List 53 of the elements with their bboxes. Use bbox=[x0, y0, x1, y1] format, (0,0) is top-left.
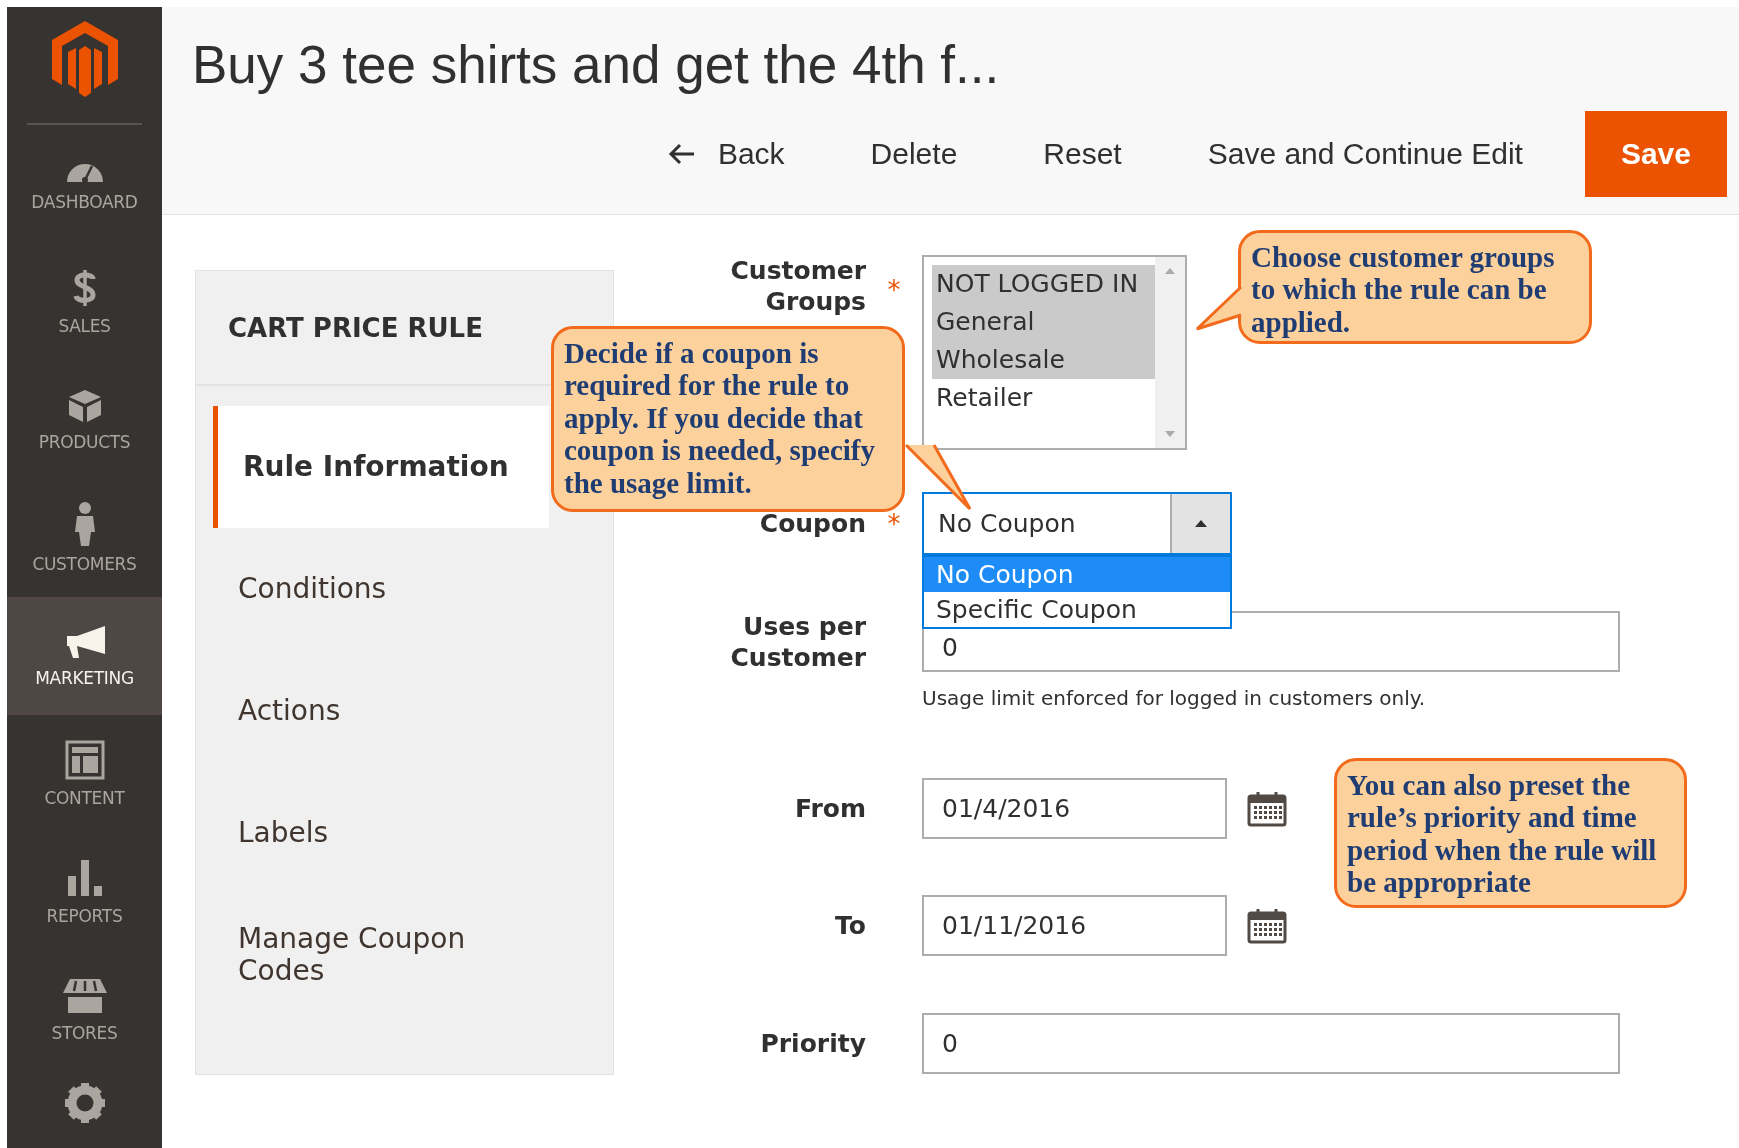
list-option[interactable]: Retailer bbox=[932, 379, 1155, 417]
list-option[interactable]: NOT LOGGED IN bbox=[932, 265, 1155, 303]
settings-icon[interactable] bbox=[64, 1083, 105, 1123]
sidebar-item[interactable]: REPORTS bbox=[7, 833, 162, 951]
panel-tab[interactable]: Conditions bbox=[196, 528, 613, 650]
field-note: Usage limit enforced for logged in customers only. bbox=[922, 686, 1427, 710]
sidebar-item[interactable]: MARKETING bbox=[7, 597, 162, 715]
list-option[interactable]: General bbox=[932, 303, 1155, 341]
back-button[interactable]: Back bbox=[651, 122, 801, 185]
panel-tab[interactable]: Manage Coupon Codes bbox=[196, 894, 613, 1016]
field-label: Priority bbox=[759, 1027, 866, 1060]
field-label: From bbox=[793, 792, 866, 825]
sidebar-item[interactable]: CONTENT bbox=[7, 715, 162, 833]
field-label: To bbox=[834, 909, 866, 942]
layout-icon bbox=[64, 740, 105, 780]
sidebar-item[interactable]: SALES bbox=[7, 243, 162, 361]
multiselect-list[interactable]: NOT LOGGED IN General Wholesale Retailer bbox=[922, 255, 1187, 450]
caret-icon bbox=[1194, 519, 1208, 528]
callout-tooltip: Choose customer groups to which the rule can be applied. bbox=[1238, 230, 1592, 344]
save-button[interactable]: Save bbox=[1584, 110, 1727, 197]
sidebar-item[interactable]: PRODUCTS bbox=[7, 361, 162, 479]
sidebar-item[interactable]: CUSTOMERS bbox=[7, 479, 162, 597]
field-label: Customer Groups bbox=[729, 255, 866, 318]
logo-icon[interactable] bbox=[49, 19, 120, 99]
field-label: Uses per Customer bbox=[729, 611, 866, 674]
input-field[interactable]: 0 bbox=[922, 1013, 1620, 1074]
scroll-down-icon[interactable] bbox=[1164, 430, 1176, 438]
store-icon bbox=[61, 977, 108, 1015]
callout-tooltip: You can also preset the rule’s priority and time period when the rule will be appropriate bbox=[1334, 758, 1687, 908]
calendar-icon[interactable] bbox=[1247, 907, 1287, 944]
panel-tab[interactable]: Rule Information bbox=[213, 406, 549, 528]
scroll-up-icon[interactable] bbox=[1164, 267, 1176, 275]
callout-tooltip: Decide if a coupon is required for the rule to apply. If you decide that coupon is needed, specify the usage limit. bbox=[551, 326, 905, 512]
callout-pointer bbox=[904, 443, 974, 513]
panel-tab[interactable]: Actions bbox=[196, 650, 613, 772]
box-icon bbox=[66, 388, 103, 424]
scrollbar[interactable] bbox=[1155, 257, 1185, 448]
coupon-select[interactable]: No Coupon bbox=[922, 492, 1232, 555]
arrow-left-icon bbox=[667, 142, 696, 165]
dollar-icon bbox=[71, 268, 98, 308]
calendar-icon[interactable] bbox=[1247, 790, 1287, 827]
date-field[interactable]: 01/11/2016 bbox=[922, 895, 1227, 956]
action-button[interactable]: Reset bbox=[1027, 122, 1138, 185]
person-icon bbox=[72, 502, 97, 546]
page-title: Buy 3 tee shirts and get the 4th f... bbox=[192, 34, 1001, 96]
sidebar-item[interactable]: STORES bbox=[7, 951, 162, 1069]
required-mark: * bbox=[887, 275, 901, 305]
action-button[interactable]: Save and Continue Edit bbox=[1191, 122, 1539, 185]
action-button[interactable]: Delete bbox=[854, 122, 974, 185]
date-field[interactable]: 01/4/2016 bbox=[922, 778, 1227, 839]
list-option[interactable]: Wholesale bbox=[932, 341, 1155, 379]
panel-tab[interactable]: Labels bbox=[196, 772, 613, 894]
sidebar-item[interactable]: DASHBOARD bbox=[7, 125, 162, 243]
